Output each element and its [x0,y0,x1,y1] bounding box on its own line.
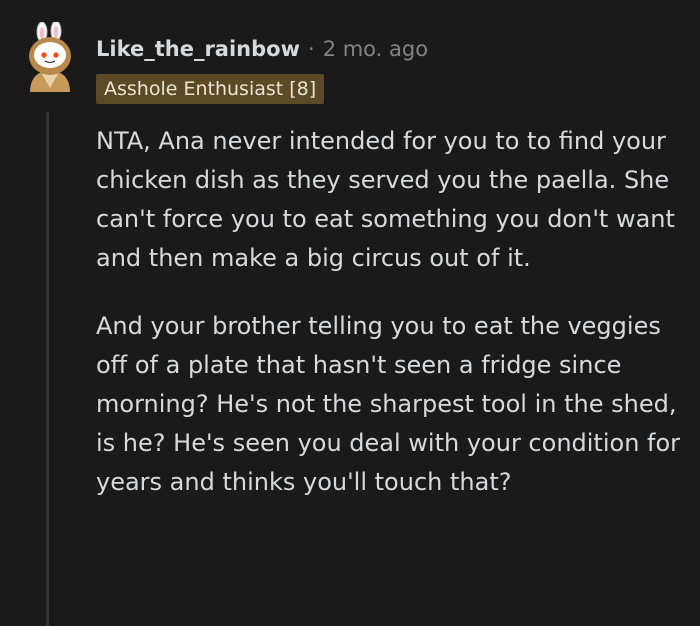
timestamp[interactable]: 2 mo. ago [323,37,428,61]
comment-body: NTA, Ana never intended for you to to fi… [96,122,686,502]
comment-paragraph-1: NTA, Ana never intended for you to to fi… [96,127,675,272]
comment-meta: Like_the_rainbow · 2 mo. ago [96,32,428,66]
user-flair-badge: Asshole Enthusiast [8] [96,74,325,104]
meta-separator: · [308,37,315,61]
comment-paragraph-2: And your brother telling you to eat the … [96,312,681,496]
thread-collapse-line[interactable] [46,112,49,626]
snoo-bunny-avatar-icon [29,20,71,92]
avatar[interactable] [20,20,80,96]
comment: Like_the_rainbow · 2 mo. ago Asshole Ent… [0,0,700,626]
username-link[interactable]: Like_the_rainbow [96,37,300,61]
